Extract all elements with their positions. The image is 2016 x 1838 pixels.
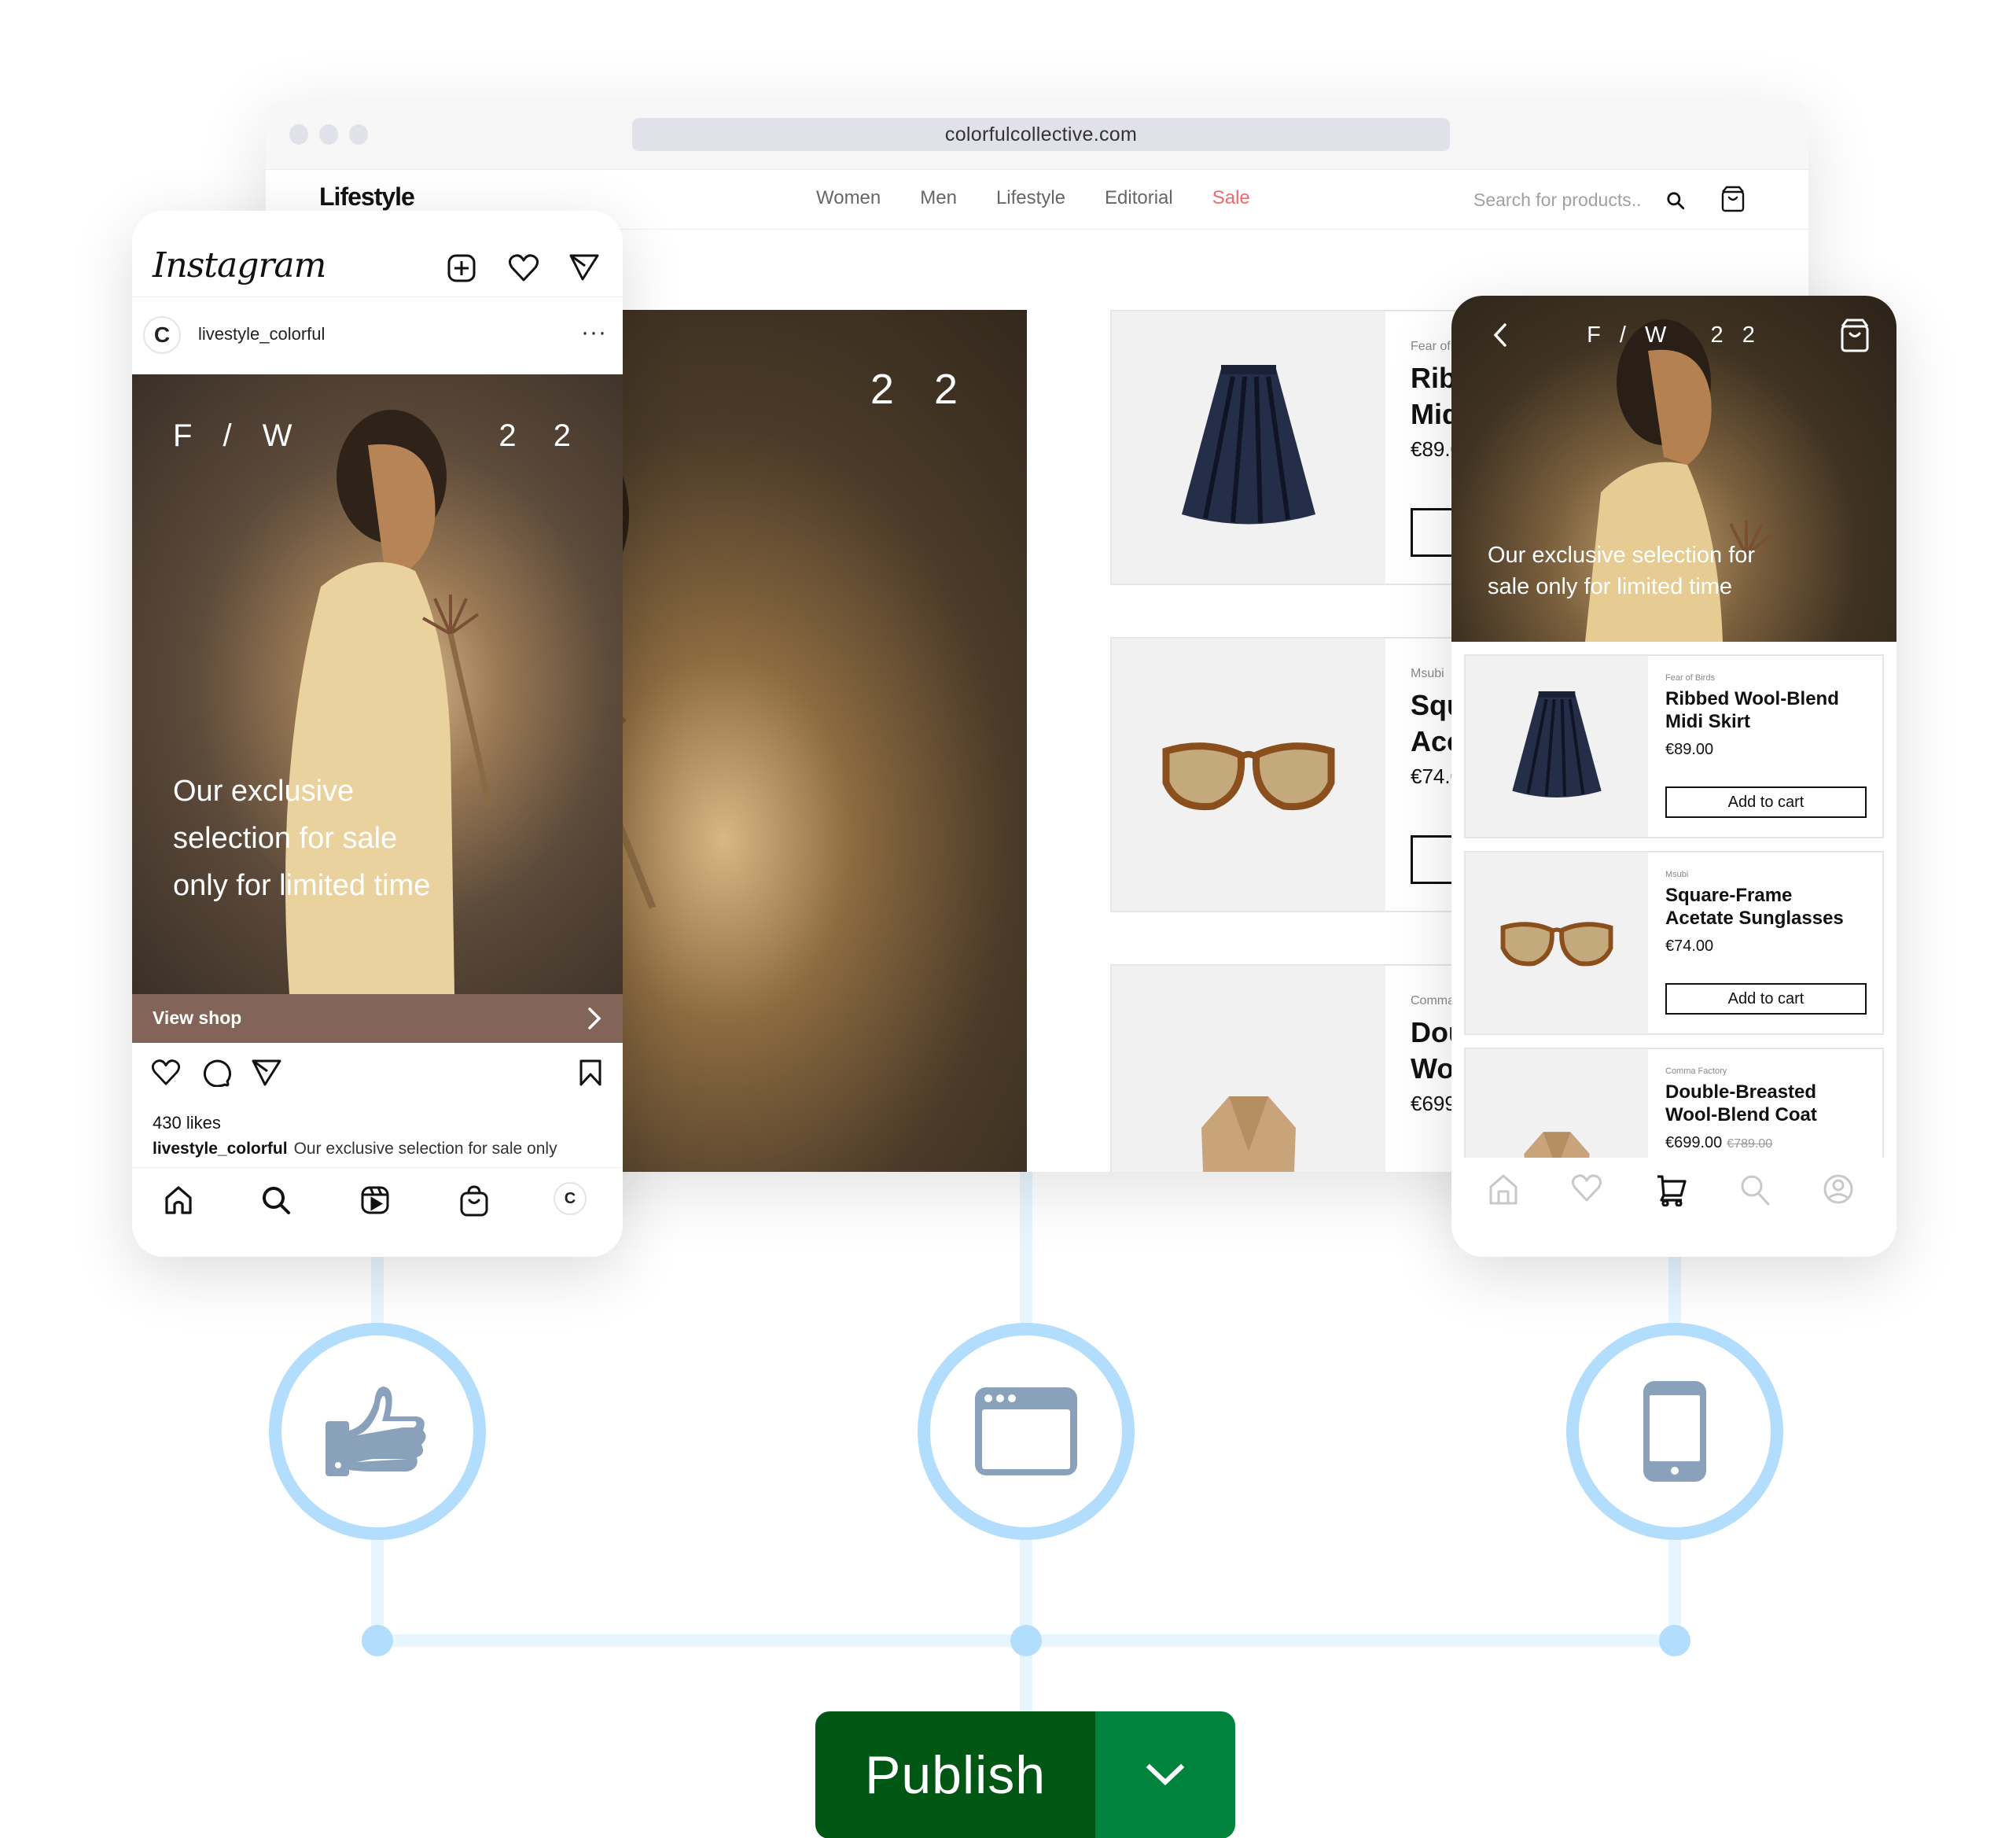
post-username[interactable]: livestyle_colorful bbox=[198, 324, 325, 344]
shopping-bag-icon[interactable] bbox=[1720, 186, 1746, 212]
product-image-skirt bbox=[1466, 656, 1648, 837]
product-image-coat bbox=[1112, 966, 1385, 1172]
app-tab-bar bbox=[1451, 1158, 1896, 1257]
app-tagline: Our exclusive selection for sale only fo… bbox=[1488, 543, 1756, 599]
instagram-tab-bar: C bbox=[132, 1167, 623, 1257]
heart-icon[interactable] bbox=[1571, 1173, 1602, 1203]
nav-sale[interactable]: Sale bbox=[1212, 187, 1250, 209]
post-year-label: 2 2 bbox=[498, 418, 585, 453]
product-price: €74.00 bbox=[1665, 937, 1714, 955]
connector-node-web bbox=[1010, 1625, 1042, 1656]
address-bar[interactable]: colorfulcollective.com bbox=[632, 118, 1450, 151]
nav-editorial[interactable]: Editorial bbox=[1105, 187, 1173, 209]
shop-icon[interactable] bbox=[459, 1185, 489, 1217]
direct-message-icon[interactable] bbox=[569, 253, 599, 282]
view-shop-label: View shop bbox=[153, 1007, 242, 1028]
browser-window-icon bbox=[975, 1387, 1077, 1475]
product-name: Square-Frame Acetate Sunglasses bbox=[1665, 885, 1844, 929]
channel-web[interactable] bbox=[918, 1323, 1135, 1540]
profile-avatar-icon[interactable]: C bbox=[554, 1182, 587, 1215]
window-close-dot[interactable] bbox=[289, 124, 308, 145]
caption-text: Our exclusive selection for sale only bbox=[293, 1140, 557, 1158]
product-brand: Msubi bbox=[1411, 667, 1444, 680]
share-icon[interactable] bbox=[252, 1059, 281, 1087]
caption-username[interactable]: livestyle_colorful bbox=[153, 1140, 288, 1158]
channel-mobile[interactable] bbox=[1566, 1323, 1783, 1540]
bookmark-icon[interactable] bbox=[579, 1059, 602, 1087]
home-icon[interactable] bbox=[164, 1185, 193, 1215]
add-to-cart-button[interactable]: Add to cart bbox=[1665, 786, 1867, 818]
shopping-bag-icon[interactable] bbox=[1840, 318, 1870, 352]
app-hero-banner: F / W 2 2 Our exclusive selection for sa… bbox=[1451, 296, 1896, 642]
chevron-right-icon bbox=[587, 1007, 602, 1030]
url-text: colorfulcollective.com bbox=[944, 123, 1138, 145]
more-options-icon[interactable]: ··· bbox=[581, 319, 607, 346]
instagram-header: Instagram bbox=[132, 211, 623, 297]
post-actions bbox=[132, 1043, 623, 1103]
post-headline: Our exclusive selection for sale only fo… bbox=[173, 775, 431, 902]
connector-node-mobile bbox=[1659, 1625, 1690, 1656]
view-shop-button[interactable]: View shop bbox=[132, 994, 623, 1043]
nav-lifestyle[interactable]: Lifestyle bbox=[996, 187, 1065, 209]
product-name: Double-Breasted Wool-Blend Coat bbox=[1665, 1081, 1817, 1125]
channel-social[interactable] bbox=[269, 1323, 486, 1540]
publish-button[interactable]: Publish bbox=[815, 1711, 1095, 1838]
product-image-sunglasses bbox=[1466, 853, 1648, 1033]
nav-women[interactable]: Women bbox=[816, 187, 881, 209]
instagram-phone: Instagram C livestyle_colorful ··· F / W… bbox=[132, 211, 623, 1257]
product-card[interactable]: Msubi Square-Frame Acetate Sunglasses €7… bbox=[1464, 851, 1884, 1035]
home-icon[interactable] bbox=[1488, 1173, 1519, 1206]
product-card[interactable]: Fear of Birds Ribbed Wool-Blend Midi Ski… bbox=[1464, 654, 1884, 838]
search-icon[interactable] bbox=[261, 1185, 291, 1215]
mobile-phone-icon bbox=[1643, 1381, 1706, 1482]
post-header: C livestyle_colorful ··· bbox=[132, 297, 623, 374]
connector-node-social bbox=[362, 1625, 393, 1656]
search-input[interactable]: Search for products.. bbox=[1473, 190, 1642, 211]
chevron-down-icon bbox=[1146, 1763, 1185, 1786]
profile-icon[interactable] bbox=[1823, 1173, 1854, 1205]
product-brand: Comma Factory bbox=[1665, 1066, 1727, 1076]
site-logo[interactable]: Lifestyle bbox=[319, 182, 415, 212]
post-season-label: F / W bbox=[173, 418, 304, 453]
shop-app-phone: F / W 2 2 Our exclusive selection for sa… bbox=[1451, 296, 1896, 1257]
nav-men[interactable]: Men bbox=[920, 187, 957, 209]
post-image[interactable]: F / W 2 2 Our exclusive selection for sa… bbox=[132, 374, 623, 994]
like-icon[interactable] bbox=[151, 1059, 181, 1087]
likes-count[interactable]: 430 likes bbox=[153, 1113, 221, 1133]
browser-chrome: colorfulcollective.com bbox=[266, 101, 1808, 170]
new-post-icon[interactable] bbox=[447, 253, 476, 283]
product-brand: Fear of Birds bbox=[1665, 673, 1715, 683]
publish-split-button: Publish bbox=[815, 1711, 1235, 1838]
reels-icon[interactable] bbox=[360, 1185, 390, 1215]
app-title: F / W 2 2 bbox=[1587, 322, 1761, 348]
avatar[interactable]: C bbox=[143, 316, 181, 354]
comment-icon[interactable] bbox=[201, 1059, 231, 1087]
original-price: €789.00 bbox=[1727, 1137, 1773, 1151]
add-to-cart-button[interactable]: Add to cart bbox=[1665, 983, 1867, 1015]
publish-options-dropdown[interactable] bbox=[1095, 1711, 1235, 1838]
product-brand: Msubi bbox=[1665, 870, 1689, 879]
post-caption: livestyle_colorful Our exclusive selectio… bbox=[153, 1140, 557, 1158]
product-price: €699.00 €789.00 bbox=[1665, 1134, 1773, 1151]
thumbs-up-icon bbox=[326, 1387, 426, 1476]
heart-icon[interactable] bbox=[508, 253, 539, 283]
cart-icon[interactable] bbox=[1656, 1173, 1687, 1206]
search-icon[interactable] bbox=[1739, 1173, 1771, 1206]
window-maximize-dot[interactable] bbox=[349, 124, 368, 145]
window-minimize-dot[interactable] bbox=[319, 124, 338, 145]
product-name: Ribbed Wool-Blend Midi Skirt bbox=[1665, 688, 1839, 732]
product-image-sunglasses bbox=[1112, 639, 1385, 911]
instagram-logo: Instagram bbox=[153, 245, 326, 285]
product-image-skirt bbox=[1112, 311, 1385, 584]
site-nav: Women Men Lifestyle Editorial Sale bbox=[816, 187, 1250, 209]
search-icon[interactable] bbox=[1665, 190, 1686, 211]
product-price: €89.00 bbox=[1665, 741, 1714, 758]
